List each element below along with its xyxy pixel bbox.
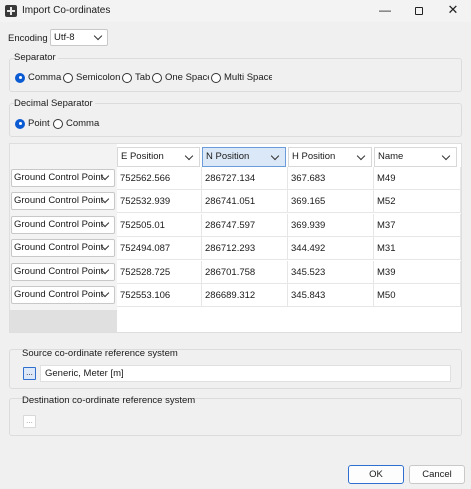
table-cell[interactable]: M31 [374, 237, 461, 260]
close-button[interactable]: ✕ [436, 0, 470, 22]
row-type-select[interactable]: Ground Control Point [11, 239, 115, 257]
encoding-label: Encoding [8, 33, 48, 44]
table-cell[interactable]: M50 [374, 284, 461, 307]
radio-checked-icon [15, 118, 25, 129]
encoding-value: Utf-8 [54, 32, 75, 43]
table-cell[interactable]: 752562.566 [117, 167, 202, 190]
radio-label: One Space [165, 72, 209, 83]
radio-icon [211, 72, 221, 83]
radio-icon [53, 118, 63, 129]
source-crs-label: Source co-ordinate reference system [22, 348, 178, 359]
radio-separator-semicolon[interactable]: Semicolon [63, 72, 122, 83]
decimal-separator-label: Decimal Separator [14, 98, 95, 109]
row-type-value: Ground Control Point [14, 195, 104, 206]
maximize-icon [415, 6, 423, 15]
radio-checked-icon [15, 72, 25, 83]
separator-label: Separator [14, 52, 58, 63]
maximize-button[interactable] [402, 0, 436, 22]
table-cell[interactable]: 286747.597 [202, 214, 288, 237]
row-type-select[interactable]: Ground Control Point [11, 169, 115, 187]
radio-separator-comma[interactable]: Comma [15, 72, 63, 83]
radio-decimal-comma[interactable]: Comma [53, 118, 101, 129]
table-cell[interactable]: 286741.051 [202, 190, 288, 213]
table-cell[interactable]: 286727.134 [202, 167, 288, 190]
header-label: E Position [121, 151, 164, 162]
app-icon [5, 5, 17, 17]
radio-decimal-point[interactable]: Point [15, 118, 53, 129]
ok-button[interactable]: OK [348, 465, 404, 484]
title-bar: Import Co-ordinates — ✕ [0, 0, 471, 22]
table-cell[interactable]: 752505.01 [117, 214, 202, 237]
table-cell[interactable]: 286712.293 [202, 237, 288, 260]
column-header-name[interactable]: Name [374, 147, 457, 167]
row-type-value: Ground Control Point [14, 266, 104, 277]
table-cell[interactable]: 752494.087 [117, 237, 202, 260]
column-header-h-position[interactable]: H Position [288, 147, 372, 167]
row-type-value: Ground Control Point [14, 172, 104, 183]
header-label: Name [378, 151, 404, 162]
row-type-select[interactable]: Ground Control Point [11, 192, 115, 210]
table-cell[interactable]: 369.165 [288, 190, 374, 213]
chevron-down-icon [356, 151, 366, 161]
table-cell[interactable]: 367.683 [288, 167, 374, 190]
window-title: Import Co-ordinates [22, 5, 111, 16]
chevron-down-icon [270, 151, 280, 161]
cancel-button[interactable]: Cancel [409, 465, 465, 484]
row-type-select[interactable]: Ground Control Point [11, 286, 115, 304]
table-cell[interactable]: 286701.758 [202, 261, 288, 284]
table-cell[interactable]: 752528.725 [117, 261, 202, 284]
header-label: H Position [292, 151, 336, 162]
header-label: N Position [206, 151, 250, 162]
table-cell[interactable]: 344.492 [288, 237, 374, 260]
table-cell[interactable]: 752553.106 [117, 284, 202, 307]
column-header-n-position[interactable]: N Position [202, 147, 286, 167]
table-cell[interactable]: 752532.939 [117, 190, 202, 213]
encoding-select[interactable]: Utf-8 [50, 29, 108, 46]
radio-separator-multi-space[interactable]: Multi Space [211, 72, 273, 83]
radio-label: Comma [28, 72, 62, 83]
radio-icon [152, 72, 162, 83]
table-cell[interactable]: M49 [374, 167, 461, 190]
chevron-down-icon [93, 31, 103, 41]
table-cell[interactable]: 345.843 [288, 284, 374, 307]
destination-crs-label: Destination co-ordinate reference system [22, 395, 196, 406]
row-type-value: Ground Control Point [14, 289, 104, 300]
radio-label: Multi Space [224, 72, 272, 83]
source-crs-picker-button[interactable]: ... [23, 367, 36, 380]
radio-separator-tab[interactable]: Tab [122, 72, 152, 83]
table-cell[interactable]: M52 [374, 190, 461, 213]
source-crs-field: Generic, Meter [m] [40, 365, 451, 382]
decimal-separator-options: Point Comma [15, 118, 101, 129]
table-cell[interactable]: M37 [374, 214, 461, 237]
radio-icon [122, 72, 132, 83]
row-type-select[interactable]: Ground Control Point [11, 263, 115, 281]
coordinates-table: E Position N Position H Position Name Gr… [9, 143, 462, 333]
chevron-down-icon [441, 151, 451, 161]
table-cell[interactable]: 345.523 [288, 261, 374, 284]
radio-label: Tab [135, 72, 151, 83]
destination-crs-picker-button[interactable]: ... [23, 415, 36, 428]
radio-separator-one-space[interactable]: One Space [152, 72, 211, 83]
row-type-select[interactable]: Ground Control Point [11, 216, 115, 234]
table-cell[interactable]: M39 [374, 261, 461, 284]
row-type-value: Ground Control Point [14, 242, 104, 253]
radio-label: Semicolon [76, 72, 121, 83]
row-type-value: Ground Control Point [14, 219, 104, 230]
table-cell[interactable]: 286689.312 [202, 284, 288, 307]
radio-label: Comma [66, 118, 100, 129]
radio-icon [63, 72, 73, 83]
separator-options: Comma Semicolon Tab One Space Multi Spac… [15, 72, 273, 83]
empty-row-type-cell [10, 310, 117, 332]
column-header-e-position[interactable]: E Position [117, 147, 200, 167]
radio-label: Point [28, 118, 50, 129]
minimize-button[interactable]: — [368, 0, 402, 22]
chevron-down-icon [184, 151, 194, 161]
table-cell[interactable]: 369.939 [288, 214, 374, 237]
